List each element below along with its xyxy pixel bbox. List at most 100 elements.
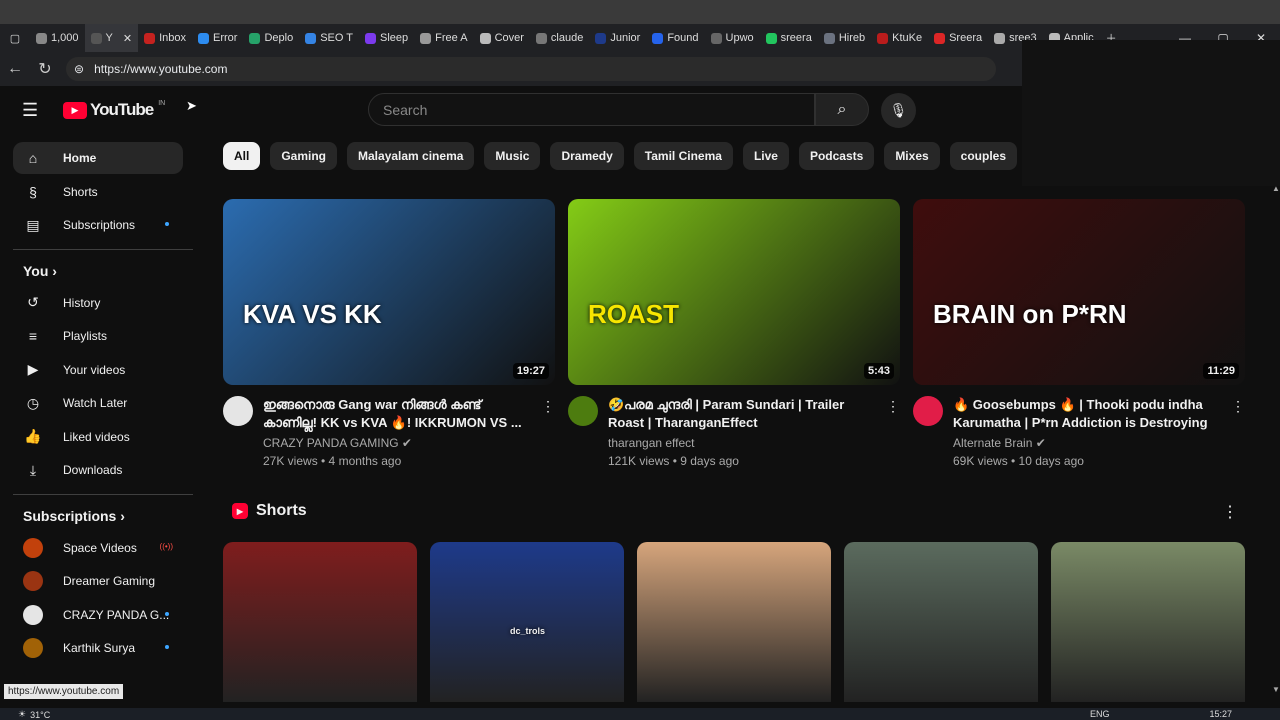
short-thumbnail[interactable] [1051,542,1245,702]
new-content-dot [165,645,169,649]
tab-close-icon[interactable]: ✕ [123,32,132,45]
sidebar-item-home[interactable]: ⌂ Home [13,142,183,174]
back-icon[interactable]: ← [0,60,30,78]
browser-tab[interactable]: claude [530,24,589,52]
chip-malayalam-cinema[interactable]: Malayalam cinema [347,142,475,170]
channel-name: CRAZY PANDA G... [63,607,170,622]
sidebar-item-shorts[interactable]: § Shorts [13,176,183,208]
browser-tab[interactable]: Sreera [928,24,988,52]
sidebar-item-downloads[interactable]: ⤓ Downloads [13,454,183,486]
browser-tab[interactable]: KtuKe [871,24,928,52]
shorts-icon: § [29,183,37,200]
weather-widget[interactable]: ☀ 31°C [18,709,50,720]
sidebar-subscriptions-header[interactable]: Subscriptions › [23,508,125,524]
browser-tab[interactable]: Free A [414,24,473,52]
scroll-down-icon[interactable]: ▼ [1272,685,1280,694]
tab-favicon-icon [595,32,607,44]
thumbnail-text: BRAIN on P*RN [933,299,1127,329]
subscription-channel[interactable]: Space Videos ((•)) [13,532,183,564]
tab-favicon-icon [652,32,664,44]
chip-tamil-cinema[interactable]: Tamil Cinema [633,142,733,170]
page-scrollbar[interactable]: ▲ ▼ [1270,184,1280,694]
tab-favicon-icon [198,32,210,44]
chip-all[interactable]: All [223,142,261,170]
video-thumbnail[interactable]: KVA VS KK 19:27 [223,199,555,385]
sidebar-item-history[interactable]: ↺ History [13,287,183,319]
more-options-icon[interactable]: ⋮ [541,398,555,415]
reload-icon[interactable]: ↻ [30,59,60,79]
shorts-more-icon[interactable]: ⋮ [1222,502,1238,522]
desktop-background-strip [0,0,1280,24]
site-info-icon[interactable]: ⊜ [74,62,84,76]
sidebar-item-your-videos[interactable]: ▶ Your videos [13,354,183,386]
video-title[interactable]: ഇങ്ങനൊരു Gang war നിങ്ങൾ കണ്ട് കാണില്ല! … [263,396,533,432]
channel-avatar[interactable] [913,396,943,426]
browser-tab[interactable]: Found [646,24,704,52]
tab-favicon-icon [365,32,377,44]
subscription-channel[interactable]: CRAZY PANDA G... [13,599,183,631]
browser-tab[interactable]: SEO T [299,24,359,52]
video-thumbnail[interactable]: BRAIN on P*RN 11:29 [913,199,1245,385]
browser-tab[interactable]: Cover [474,24,530,52]
more-options-icon[interactable]: ⋮ [886,398,900,415]
chip-podcasts[interactable]: Podcasts [798,142,875,170]
channel-avatar[interactable] [223,396,253,426]
browser-tab[interactable]: Sleep [359,24,414,52]
short-thumbnail[interactable]: dc_trols [430,542,624,702]
browser-tab[interactable]: 1,000 [30,24,85,52]
channel-name[interactable]: CRAZY PANDA GAMING ✔ [263,436,412,450]
more-options-icon[interactable]: ⋮ [1231,398,1245,415]
sidebar-you-header[interactable]: You › [23,263,57,279]
browser-tab[interactable]: Inbox [138,24,192,52]
short-thumbnail[interactable] [637,542,831,702]
subscription-channel[interactable]: Karthik Surya [13,632,183,664]
chip-gaming[interactable]: Gaming [270,142,338,170]
live-icon: ((•)) [159,541,173,551]
logo-text: YouTube [90,100,154,119]
chip-live[interactable]: Live [742,142,789,170]
sidebar-item-watch-later[interactable]: ◷ Watch Later [13,387,183,419]
tab-label: KtuKe [892,32,923,44]
video-title[interactable]: 🔥 Goosebumps 🔥 | Thooki podu indha Karum… [953,396,1223,432]
chip-mixes[interactable]: Mixes [884,142,940,170]
menu-icon[interactable]: ☰ [22,100,38,121]
browser-tab[interactable]: Upwo [705,24,760,52]
browser-tab[interactable]: sreera [760,24,818,52]
youtube-logo[interactable]: ▶ YouTube IN [63,100,165,120]
chip-music[interactable]: Music [484,142,541,170]
subscription-channel[interactable]: Dreamer Gaming [13,565,183,597]
browser-tab[interactable]: Error [192,24,243,52]
browser-tab[interactable]: Y ✕ [84,24,139,52]
weather-icon: ☀ [18,709,27,719]
status-url-tooltip: https://www.youtube.com [4,684,124,699]
short-thumbnail[interactable] [844,542,1038,702]
search-input[interactable]: Search [368,93,815,126]
browser-tab[interactable]: Junior [589,24,646,52]
sidebar-item-subscriptions[interactable]: ▤ Subscriptions [13,209,183,241]
chip-dramedy[interactable]: Dramedy [550,142,624,170]
voice-search-button[interactable]: 🎙 [881,93,916,128]
url-text: https://www.youtube.com [94,62,228,76]
channel-avatar[interactable] [568,396,598,426]
url-field[interactable]: ⊜ https://www.youtube.com [66,57,996,81]
search-button[interactable]: ⌕ [815,93,869,126]
sidebar-item-playlists[interactable]: ≡ Playlists [13,320,183,352]
tab-label: Upwo [725,32,754,44]
tab-actions-icon[interactable]: ▢ [0,32,30,45]
channel-name[interactable]: Alternate Brain ✔ [953,436,1046,450]
browser-tab[interactable]: Deplo [243,24,299,52]
channel-name: Karthik Surya [63,641,136,655]
browser-tab[interactable]: Hireb [818,24,871,52]
video-title[interactable]: 🤣പരമ ചുന്ദരി | Param Sundari | Trailer R… [608,396,878,432]
video-thumbnail[interactable]: ROAST 5:43 [568,199,900,385]
chevron-right-icon: › [116,507,125,524]
short-thumbnail[interactable] [223,542,417,702]
tab-favicon-icon [420,32,432,44]
sidebar-item-liked-videos[interactable]: 👍 Liked videos [13,421,183,453]
language-indicator[interactable]: ENG [1090,709,1110,719]
clock[interactable]: 15:27 [1210,709,1233,719]
channel-name[interactable]: tharangan effect [608,436,695,450]
tab-label: SEO T [320,32,354,44]
playlists-icon: ≡ [28,328,38,344]
chip-couples[interactable]: couples [949,142,1018,170]
